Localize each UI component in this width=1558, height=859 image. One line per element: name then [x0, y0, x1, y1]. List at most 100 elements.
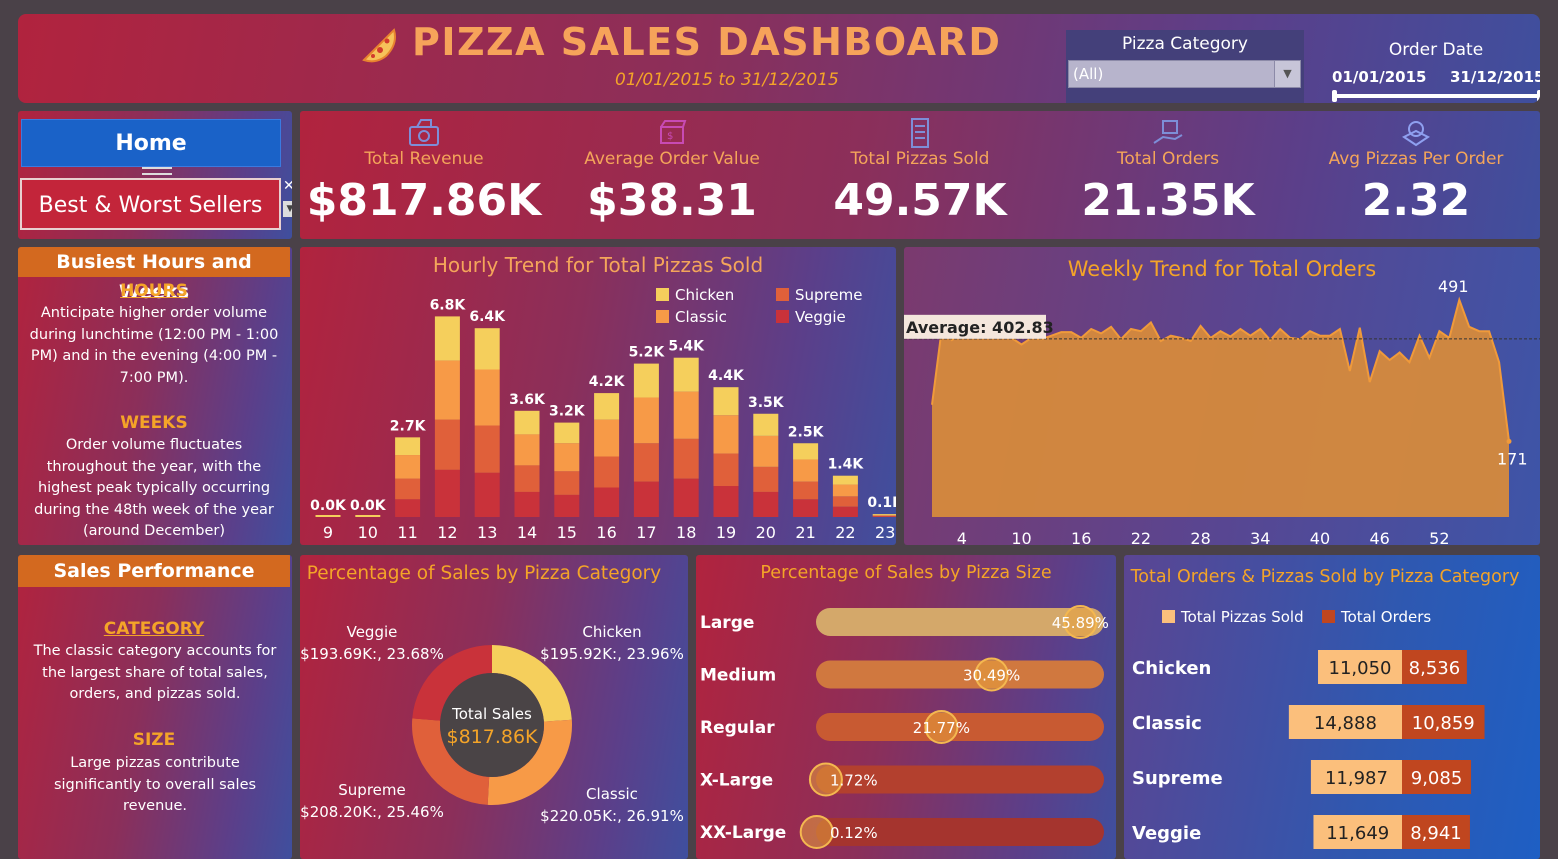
order-date-label: Order Date [1388, 40, 1484, 60]
bar-segment-veggie [594, 487, 620, 517]
order-date-start[interactable]: 01/01/2015 [1332, 68, 1426, 86]
receipt-icon [911, 118, 929, 148]
drag-handle-icon[interactable] [142, 167, 172, 175]
best-worst-sellers-button[interactable]: Best & Worst Sellers [20, 178, 281, 230]
x-tick-label: 46 [1369, 529, 1389, 545]
orders-label: 8,536 [1409, 658, 1461, 679]
bar-segment-veggie [753, 491, 779, 517]
slice-name-label: Chicken [582, 623, 641, 641]
orders-pizzas-panel: Total Orders & Pizzas Sold by Pizza Cate… [1124, 555, 1540, 859]
kpi-label: Avg Pizzas Per Order [1328, 149, 1504, 169]
money-icon [409, 119, 439, 146]
delivery-box-icon: $ [660, 120, 687, 144]
bar-total-label: 3.5K [748, 395, 785, 411]
x-tick-label: 22 [835, 523, 855, 542]
chevron-down-icon[interactable]: ▼ [283, 201, 292, 217]
bar-segment-chicken [832, 475, 858, 485]
size-category-label: Medium [700, 666, 776, 686]
size-bar-track [816, 660, 1104, 689]
bar-total-label: 0.0K [310, 498, 347, 514]
bar-total-label: 5.4K [668, 339, 705, 355]
category-label: Classic [1132, 713, 1202, 734]
bar-segment-classic [434, 360, 460, 420]
pizzas-sold-label: 14,888 [1314, 713, 1377, 734]
bar-segment-classic [673, 391, 699, 439]
bar-segment-classic [554, 443, 580, 472]
pizza-category-value: (All) [1073, 65, 1104, 83]
x-tick-label: 11 [397, 523, 417, 542]
x-tick-label: 15 [557, 523, 577, 542]
bar-segment-veggie [395, 499, 421, 517]
x-tick-label: 14 [517, 523, 537, 542]
bar-segment-veggie [713, 486, 739, 517]
x-tick-label: 34 [1250, 529, 1270, 545]
kpi-value: $38.31 [587, 175, 757, 226]
bar-segment-supreme [633, 443, 659, 482]
category-heading: CATEGORY [103, 619, 205, 639]
category-donut-chart: Total Sales $817.86K Chicken $195.92K:, 23.… [300, 623, 684, 825]
bar-total-label: 2.5K [788, 424, 825, 440]
totals-bar-chart: Chicken 11,050 8,536 Classic 14,888 10,859 Sup… [1132, 650, 1485, 849]
x-tick-label: 10 [358, 523, 378, 542]
pizza-category-select[interactable]: (All) ▼ [1068, 60, 1301, 88]
bar-segment-chicken [554, 422, 580, 444]
bar-segment-chicken [474, 328, 500, 370]
bar-segment-supreme [514, 465, 540, 492]
slider-end-handle[interactable] [1537, 90, 1540, 102]
chevron-down-icon[interactable]: ▼ [1274, 61, 1300, 87]
navigation-panel: Home Best & Worst Sellers ✕ ▼ [18, 111, 292, 239]
size-value-label: 0.12% [830, 824, 878, 842]
hourly-bar-chart: 0.0K 9 0.0K 10 2.7K 11 6.8K 12 6.4K 13 3.6K 14 3.2K 1… [310, 297, 896, 542]
home-button[interactable]: Home [21, 119, 281, 167]
bar-segment-supreme [554, 471, 580, 495]
size-value-label: 21.77% [913, 719, 970, 737]
date-range-slider[interactable] [1334, 94, 1540, 98]
bar-segment-classic [594, 419, 620, 457]
page-title: PIZZA SALES DASHBOARD [412, 20, 1002, 64]
hours-text: Anticipate higher order volume during lu… [29, 305, 279, 386]
kpi-value: 2.32 [1361, 175, 1471, 226]
bar-segment-classic [872, 514, 896, 516]
bar-total-label: 0.1K [867, 495, 896, 511]
order-handoff-icon [1153, 120, 1183, 144]
x-tick-label: 18 [676, 523, 696, 542]
x-tick-label: 21 [795, 523, 815, 542]
category-label: Chicken [1132, 658, 1211, 679]
pizzas-sold-label: 11,050 [1329, 658, 1392, 679]
x-tick-label: 22 [1131, 529, 1151, 545]
close-icon[interactable]: ✕ [283, 179, 292, 193]
end-label: 171 [1497, 449, 1528, 468]
kpi-total-pizzas-sold: Total Pizzas Sold 49.57K [796, 111, 1044, 239]
donut-center-label: Total Sales [451, 705, 532, 723]
bar-segment-supreme [673, 438, 699, 479]
pizzas-sold-label: 11,987 [1325, 768, 1388, 789]
pizza-box-icon [1402, 121, 1430, 147]
busiest-title: Busiest Hours and Weeks [18, 247, 290, 303]
size-heading: SIZE [132, 730, 176, 750]
size-bar-chart: Large 45.89% Medium 30.49% Regular 21.77% X-La… [700, 605, 1109, 849]
orders-label: 10,859 [1412, 713, 1475, 734]
slice-value-label: $208.20K:, 25.46% [300, 803, 444, 821]
hourly-trend-panel: Hourly Trend for Total Pizzas Sold Chick… [300, 247, 896, 545]
bar-segment-veggie [474, 472, 500, 517]
slider-start-handle[interactable] [1332, 90, 1337, 102]
size-text: Large pizzas contribute significantly to… [53, 755, 257, 814]
bar-segment-chicken [594, 393, 620, 420]
bar-segment-empty [355, 515, 381, 517]
category-sales-panel: Percentage of Sales by Pizza Category To… [300, 555, 688, 859]
bar-total-label: 2.7K [390, 418, 427, 434]
bar-segment-supreme [832, 496, 858, 507]
kpi-label: Total Orders [1116, 149, 1220, 169]
order-date-end[interactable]: 31/12/2015 [1450, 68, 1540, 86]
weekly-area-chart: Average: 402.83 491 171 4 10 16 22 28 34 40 46 52 [904, 277, 1540, 545]
slice-value-label: $193.69K:, 23.68% [300, 645, 444, 663]
bar-segment-classic [514, 434, 540, 466]
kpi-total-orders: Total Orders 21.35K [1044, 111, 1292, 239]
bar-segment-veggie [872, 516, 896, 517]
x-tick-label: 19 [716, 523, 736, 542]
category-label: Veggie [1132, 823, 1201, 844]
bar-segment-supreme [793, 481, 819, 500]
x-tick-label: 20 [756, 523, 776, 542]
bar-segment-supreme [713, 453, 739, 487]
bar-segment-veggie [832, 506, 858, 517]
